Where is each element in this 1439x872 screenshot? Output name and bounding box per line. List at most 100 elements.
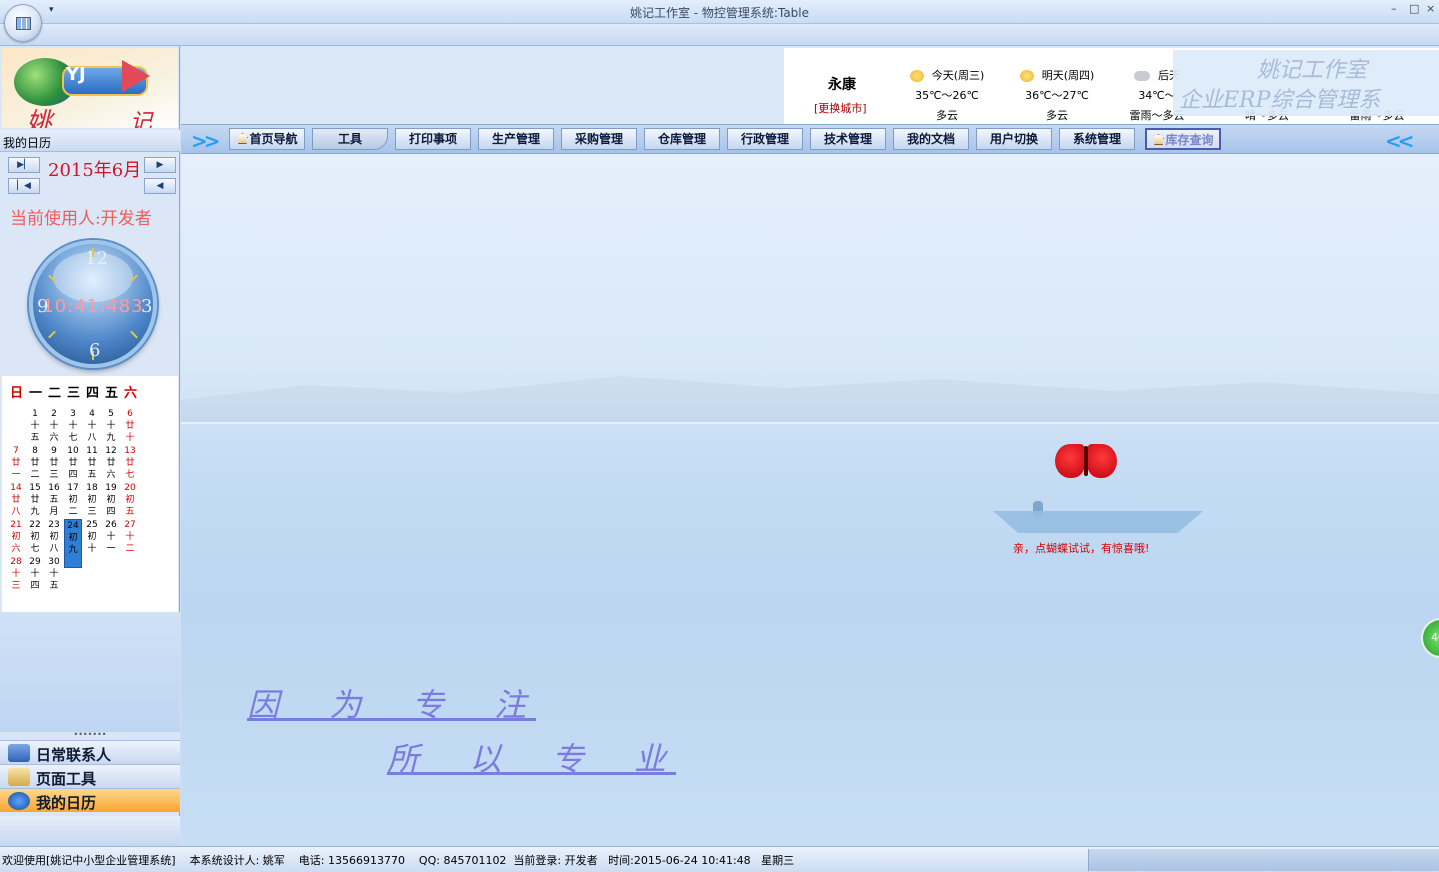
weather-today: 今天(周三) 35℃～26℃ 多云 — [892, 66, 1002, 124]
panel-splitter[interactable]: ••••••• — [0, 731, 180, 740]
menu-purchase[interactable]: 采购管理 — [561, 128, 637, 150]
scroll-left-arrows[interactable]: >> — [191, 129, 220, 153]
lunar-day: 廿 — [106, 458, 116, 468]
next-month-button[interactable]: ▶▏ — [8, 157, 40, 173]
lunar-day: 廿 — [30, 458, 40, 468]
weekday-label: 四 — [86, 386, 100, 401]
lunar-day: 五 — [49, 495, 59, 505]
background-mountains — [181, 376, 1439, 424]
lunar-day: 三 — [87, 507, 97, 517]
day-number: 9 — [51, 446, 57, 456]
calendar-day[interactable]: 29 十四 — [26, 556, 44, 605]
close-button[interactable]: × — [1426, 2, 1435, 15]
lunar-day: 廿 — [87, 458, 97, 468]
weekday-label: 日 — [10, 386, 24, 401]
lunar-day: 初 — [87, 532, 97, 542]
nav-my-calendar[interactable]: 我的日历 — [0, 788, 180, 812]
menu-tools[interactable]: 工具 — [312, 128, 388, 150]
lunar-day: 廿 — [11, 495, 21, 505]
menu-warehouse[interactable]: 仓库管理 — [644, 128, 720, 150]
day-number: 28 — [10, 557, 22, 567]
day-number: 29 — [29, 557, 41, 567]
boat-image — [993, 501, 1203, 541]
calendar-day[interactable]: 30 十五 — [45, 556, 63, 605]
lunar-day: 十 — [11, 569, 21, 579]
day-number: 5 — [108, 409, 114, 419]
nav-contacts[interactable]: 日常联系人 — [0, 740, 180, 764]
day-number: 27 — [124, 520, 136, 530]
lunar-day: 初 — [68, 533, 78, 543]
next-button[interactable]: ▶ — [144, 157, 176, 173]
lunar-day: 九 — [106, 433, 116, 443]
day-number: 12 — [105, 446, 117, 456]
lunar-day: 廿 — [125, 458, 135, 468]
nav-page-tools[interactable]: 页面工具 — [0, 764, 180, 788]
window-title: 姚记工作室 - 物控管理系统:Table — [629, 6, 810, 20]
current-user: 当前使用人:开发者 — [10, 209, 152, 229]
lunar-day: 廿 — [11, 458, 21, 468]
menu-admin[interactable]: 行政管理 — [727, 128, 803, 150]
change-city-link[interactable]: [更换城市] — [814, 100, 867, 116]
lunar-day: 廿 — [49, 458, 59, 468]
lunar-day: 一 — [106, 544, 116, 554]
day-number: 13 — [124, 446, 136, 456]
weekday-label: 五 — [105, 386, 119, 401]
lunar-day: 十 — [125, 433, 135, 443]
lunar-day: 四 — [106, 507, 116, 517]
prev-month-button[interactable]: ▏◀ — [8, 178, 40, 194]
lunar-day: 二 — [68, 507, 78, 517]
sidebar-footer — [0, 816, 180, 846]
calendar-day[interactable]: 28 十三 — [7, 556, 25, 605]
status-text: 欢迎使用[姚记中小型企业管理系统] 本系统设计人: 姚军 电话: 1356691… — [2, 854, 795, 867]
lunar-day: 九 — [68, 545, 78, 555]
menu-documents[interactable]: 我的文档 — [893, 128, 969, 150]
lunar-day: 十 — [30, 421, 40, 431]
weather-tomorrow: 明天(周四) 36℃～27℃ 多云 — [1002, 66, 1112, 124]
lunar-day: 十 — [30, 569, 40, 579]
day-number: 4 — [89, 409, 95, 419]
menu-system[interactable]: 系统管理 — [1059, 128, 1135, 150]
status-bar: 欢迎使用[姚记中小型企业管理系统] 本系统设计人: 姚军 电话: 1356691… — [0, 846, 1439, 872]
calendar-day[interactable]: 24 初九 — [64, 519, 82, 568]
menu-print[interactable]: 打印事项 — [395, 128, 471, 150]
lunar-day: 十 — [49, 421, 59, 431]
nav-label: 日常联系人 — [36, 746, 112, 764]
folder-icon — [8, 768, 30, 786]
scroll-right-arrows[interactable]: << — [1385, 129, 1414, 153]
day-number: 16 — [48, 483, 60, 493]
menu-home[interactable]: 首页导航 — [229, 128, 305, 150]
slogan-line-1: 因 为 专 注 — [247, 686, 537, 724]
day-number: 7 — [13, 446, 19, 456]
sun-icon — [1019, 70, 1034, 82]
sidebar-blank-area — [0, 612, 180, 732]
watermark-overlay: 姚记工作室 企业ERP综合管理系 — [1173, 50, 1439, 116]
sun-icon — [909, 70, 924, 82]
section-title: 我的日历 — [0, 130, 180, 152]
day-number: 2 — [51, 409, 57, 419]
clock-numeral-6: 6 — [89, 340, 101, 361]
month-label: 2015年6月 — [48, 160, 142, 181]
minimize-button[interactable]: – — [1391, 2, 1397, 15]
menu-production[interactable]: 生产管理 — [478, 128, 554, 150]
lunar-day: 九 — [30, 507, 40, 517]
lunar-day: 初 — [11, 532, 21, 542]
side-float-badge[interactable]: 40 — [1421, 618, 1439, 658]
calendar-day[interactable]: 27 十二 — [121, 519, 139, 568]
quick-access-dropdown[interactable]: ▾ — [49, 5, 54, 15]
calendar-day[interactable]: 25 初十 — [83, 519, 101, 568]
calendar-day[interactable]: 26 十一 — [102, 519, 120, 568]
clock-time: 10:41:483 — [42, 296, 144, 317]
maximize-button[interactable]: □ — [1409, 2, 1419, 15]
weekday-label: 六 — [124, 386, 138, 401]
lunar-day: 十 — [68, 421, 78, 431]
menu-switch-user[interactable]: 用户切换 — [976, 128, 1052, 150]
company-logo: YJ 姚 记 — [2, 48, 178, 128]
day-number: 26 — [105, 520, 117, 530]
app-menu-button[interactable] — [4, 4, 42, 42]
lunar-day: 四 — [30, 581, 40, 591]
weekday-label: 三 — [67, 386, 81, 401]
menu-inventory-query[interactable]: 库存查询 — [1145, 128, 1221, 150]
butterfly-icon[interactable] — [1053, 440, 1119, 480]
prev-button[interactable]: ◀ — [144, 178, 176, 194]
menu-tech[interactable]: 技术管理 — [810, 128, 886, 150]
